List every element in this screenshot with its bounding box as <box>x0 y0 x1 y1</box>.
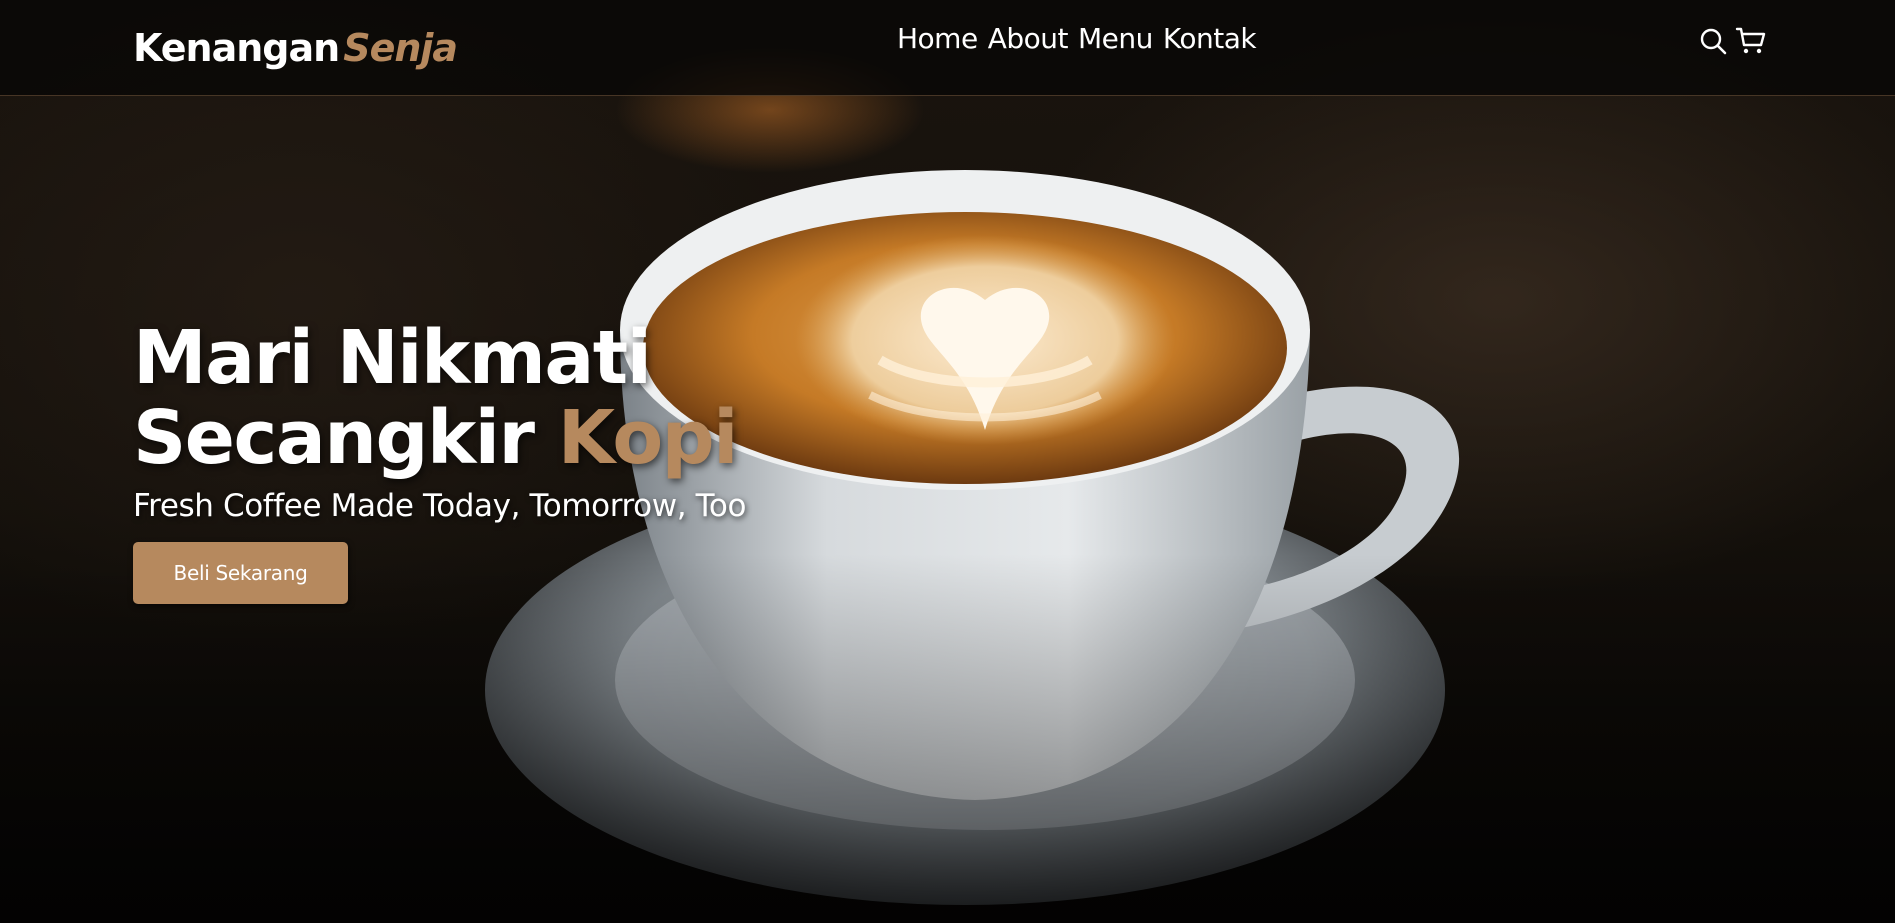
hero-subtitle: Fresh Coffee Made Today, Tomorrow, Too <box>133 488 747 524</box>
nav-links: Home About Menu Kontak <box>897 22 1257 55</box>
buy-now-button[interactable]: Beli Sekarang <box>133 542 348 604</box>
brand-name-primary: Kenangan <box>133 25 340 70</box>
nav-link-menu[interactable]: Menu <box>1078 22 1153 55</box>
hero-content: Mari Nikmati Secangkir Kopi Fresh Coffee… <box>133 318 1033 604</box>
nav-link-about[interactable]: About <box>988 22 1069 55</box>
search-icon[interactable] <box>1697 24 1729 58</box>
shopping-cart-icon[interactable] <box>1735 24 1767 58</box>
headline-line-1: Mari Nikmati <box>133 315 652 401</box>
brand-logo[interactable]: Kenangan Senja <box>133 25 458 70</box>
hero-headline: Mari Nikmati Secangkir Kopi <box>133 318 1033 478</box>
nav-link-kontak[interactable]: Kontak <box>1163 22 1257 55</box>
landing-page: Kenangan Senja Home About Menu Kontak Ma… <box>0 0 1895 923</box>
nav-icons <box>1697 24 1767 58</box>
headline-accent-word: Kopi <box>557 395 739 481</box>
nav-link-home[interactable]: Home <box>897 22 978 55</box>
navbar: Kenangan Senja Home About Menu Kontak <box>0 0 1895 96</box>
headline-line-2: Secangkir <box>133 395 535 481</box>
brand-name-accent: Senja <box>343 25 458 70</box>
